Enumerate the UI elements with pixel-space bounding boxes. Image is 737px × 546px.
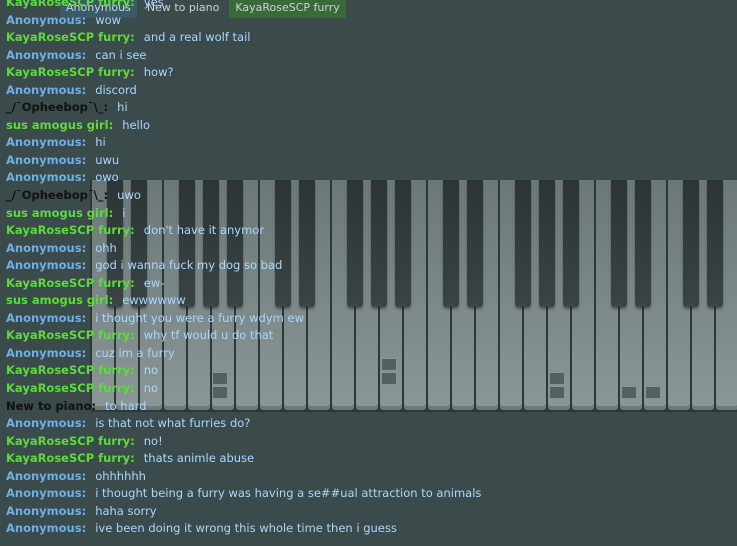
chat-text: cuz im a furry — [95, 345, 175, 360]
chat-message: KayaRoseSCP furry: no! — [6, 433, 737, 451]
chat-message: Anonymous: hi — [6, 134, 737, 152]
chat-nick[interactable]: KayaRoseSCP furry: — [6, 434, 135, 448]
chat-nick[interactable]: sus amogus girl: — [6, 293, 113, 307]
chat-text: hi — [117, 100, 128, 115]
chat-message: KayaRoseSCP furry: yes — [6, 0, 737, 12]
chat-message: Anonymous: i thought you were a furry wdy… — [6, 310, 737, 328]
chat-message: Anonymous: can i see — [6, 47, 737, 65]
chat-nick[interactable]: Anonymous: — [6, 416, 86, 430]
chat-text: hi — [95, 135, 106, 150]
chat-text: uwo — [117, 188, 141, 203]
chat-text: ive been doing it wrong this whole time … — [95, 521, 397, 536]
chat-message: Anonymous: discord — [6, 82, 737, 100]
chat-message: KayaRoseSCP furry: thats animle abuse — [6, 450, 737, 468]
chat-text: no — [143, 363, 159, 378]
chat-message: Anonymous: ohhhhhh — [6, 468, 737, 486]
chat-message: KayaRoseSCP furry: no — [6, 362, 737, 380]
chat-text: and a real wolf tail — [143, 30, 251, 45]
chat-message: KayaRoseSCP furry: and a real wolf tail — [6, 29, 737, 47]
chat-text: haha sorry — [95, 503, 157, 518]
chat-nick[interactable]: KayaRoseSCP furry: — [6, 223, 135, 237]
chat-nick[interactable]: Anonymous: — [6, 153, 86, 167]
chat-text: yes — [143, 0, 164, 9]
chat-message: Anonymous: ive been doing it wrong this w… — [6, 520, 737, 538]
chat-message: _/¯Opheebop¯\_: hi — [6, 99, 737, 117]
chat-message: KayaRoseSCP furry: how? — [6, 64, 737, 82]
chat-nick[interactable]: Anonymous: — [6, 346, 86, 360]
chat-message: KayaRoseSCP furry: ew- — [6, 275, 737, 293]
chat-message: Anonymous: i thought being a furry was ha… — [6, 485, 737, 503]
chat-message: Anonymous: wow — [6, 12, 737, 30]
chat-nick[interactable]: Anonymous: — [6, 504, 86, 518]
chat-text: can i see — [95, 47, 147, 62]
chat-nick[interactable]: Anonymous: — [6, 258, 86, 272]
chat-message: KayaRoseSCP furry: don't have it anymor — [6, 222, 737, 240]
chat-nick[interactable]: Anonymous: — [6, 311, 86, 325]
chat-nick[interactable]: KayaRoseSCP furry: — [6, 381, 135, 395]
chat-message: sus amogus girl: ewwwwww — [6, 292, 737, 310]
chat-message: Anonymous: is that not what furries do? — [6, 415, 737, 433]
chat-text: i thought you were a furry wdym ew — [95, 310, 304, 325]
chat-nick[interactable]: _/¯Opheebop¯\_: — [6, 188, 108, 202]
chat-nick[interactable]: KayaRoseSCP furry: — [6, 451, 135, 465]
chat-message: Anonymous: cuz im a furry — [6, 345, 737, 363]
chat-nick[interactable]: New to piano: — [6, 399, 96, 413]
chat-text: don't have it anymor — [143, 223, 265, 238]
chat-message: KayaRoseSCP furry: no — [6, 380, 737, 398]
chat-nick[interactable]: KayaRoseSCP furry: — [6, 30, 135, 44]
chat-nick[interactable]: KayaRoseSCP furry: — [6, 363, 135, 377]
chat-text: discord — [95, 82, 137, 97]
chat-message: Anonymous: uwu — [6, 152, 737, 170]
chat-nick[interactable]: Anonymous: — [6, 486, 86, 500]
chat-text: no — [143, 381, 159, 396]
chat-text: to hard — [105, 398, 147, 413]
chat-nick[interactable]: Anonymous: — [6, 48, 86, 62]
chat-text: ew- — [143, 275, 165, 290]
chat-message: New to piano: to hard — [6, 398, 737, 416]
chat-nick[interactable]: _/¯Opheebop¯\_: — [6, 100, 108, 114]
chat-text: uwu — [95, 152, 120, 167]
chat-text: hello — [122, 117, 150, 132]
chat-nick[interactable]: KayaRoseSCP furry: — [6, 65, 135, 79]
chat-message: Anonymous: ohh — [6, 240, 737, 258]
chat-text: ewwwwww — [122, 293, 186, 308]
chat-text: why tf would u do that — [143, 328, 274, 343]
chat-log: KayaRoseSCP furry: yes Anonymous: wow KayaRo… — [6, 0, 737, 538]
chat-message: sus amogus girl: i — [6, 205, 737, 223]
chat-message: KayaRoseSCP furry: why tf would u do that — [6, 327, 737, 345]
chat-nick[interactable]: KayaRoseSCP furry: — [6, 0, 135, 9]
chat-nick[interactable]: Anonymous: — [6, 241, 86, 255]
chat-message: Anonymous: god i wanna fuck my dog so bad — [6, 257, 737, 275]
chat-text: i — [122, 205, 126, 220]
chat-text: how? — [143, 65, 174, 80]
chat-text: is that not what furries do? — [95, 416, 251, 431]
chat-nick[interactable]: sus amogus girl: — [6, 118, 113, 132]
chat-nick[interactable]: Anonymous: — [6, 83, 86, 97]
chat-nick[interactable]: Anonymous: — [6, 521, 86, 535]
chat-text: god i wanna fuck my dog so bad — [95, 258, 283, 273]
chat-nick[interactable]: Anonymous: — [6, 170, 86, 184]
chat-text: no! — [143, 433, 163, 448]
chat-text: ohhhhhh — [95, 468, 146, 483]
chat-message: _/¯Opheebop¯\_: uwo — [6, 187, 737, 205]
chat-nick[interactable]: KayaRoseSCP furry: — [6, 276, 135, 290]
chat-message: Anonymous: haha sorry — [6, 503, 737, 521]
chat-text: owo — [95, 170, 119, 185]
chat-nick[interactable]: Anonymous: — [6, 469, 86, 483]
chat-text: ohh — [95, 240, 117, 255]
chat-nick[interactable]: KayaRoseSCP furry: — [6, 328, 135, 342]
chat-nick[interactable]: Anonymous: — [6, 135, 86, 149]
chat-nick[interactable]: sus amogus girl: — [6, 206, 113, 220]
chat-text: thats animle abuse — [143, 451, 255, 466]
chat-text: i thought being a furry was having a se#… — [95, 486, 482, 501]
chat-message: sus amogus girl: hello — [6, 117, 737, 135]
chat-nick[interactable]: Anonymous: — [6, 13, 86, 27]
chat-text: wow — [95, 12, 122, 27]
chat-message: Anonymous: owo — [6, 169, 737, 187]
